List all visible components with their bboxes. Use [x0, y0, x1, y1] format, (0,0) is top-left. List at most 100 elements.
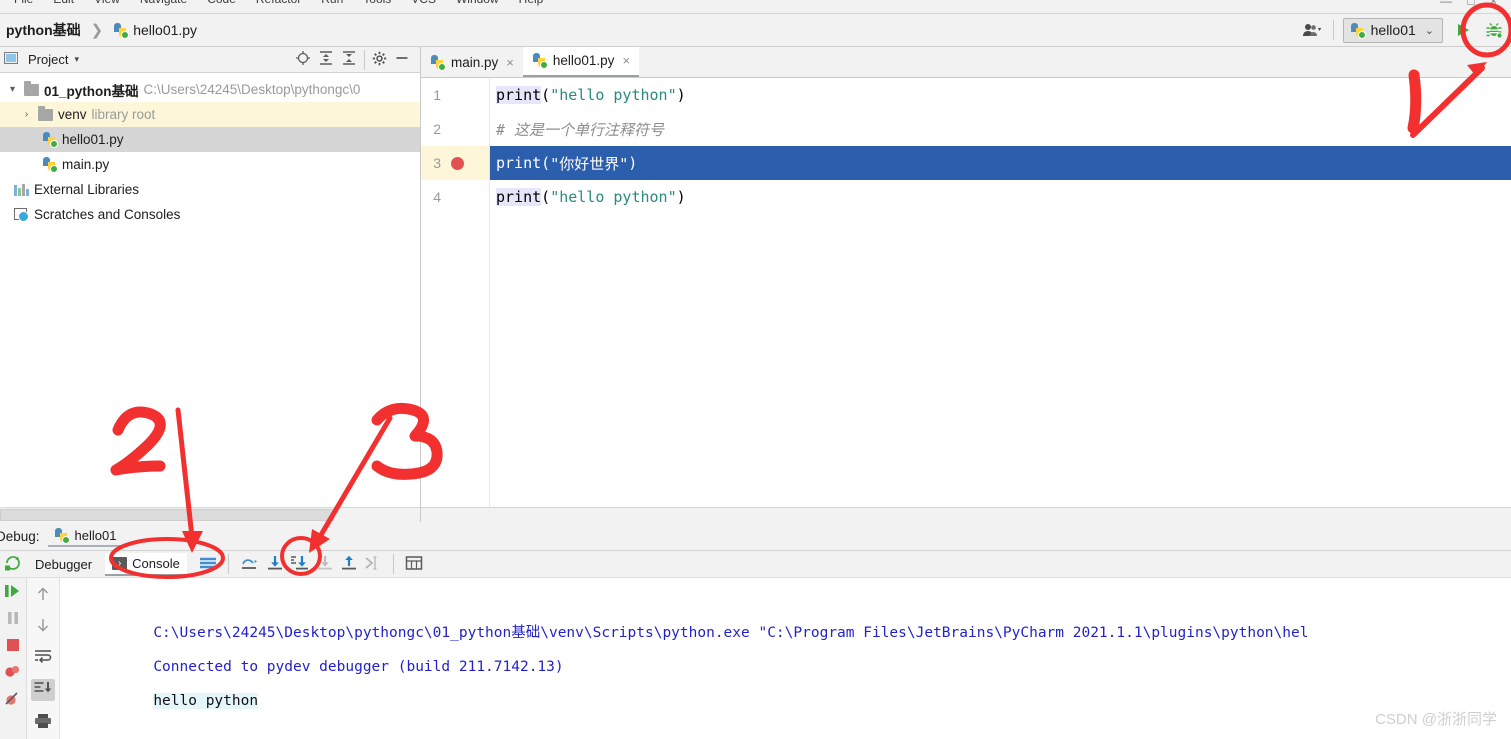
view-breakpoints-icon[interactable] — [4, 665, 22, 682]
tree-item-scratches-and-consoles[interactable]: Scratches and Consoles — [0, 202, 420, 227]
run-configuration-selector[interactable]: hello01 ⌄ — [1342, 17, 1443, 43]
menu-item-window[interactable]: Window — [446, 0, 509, 6]
tree-item-label: venv — [58, 107, 87, 122]
settings-lines-icon[interactable] — [199, 555, 217, 574]
window-controls[interactable]: — □ × — [1440, 0, 1503, 8]
run-icon[interactable] — [1452, 19, 1474, 41]
menu-item-vcs[interactable]: VCS — [401, 0, 446, 6]
project-horizontal-scrollbar[interactable] — [0, 507, 420, 522]
tree-item-external-libraries[interactable]: External Libraries — [0, 177, 420, 202]
debug-tab-label: Debugger — [35, 556, 93, 572]
tree-item-label: External Libraries — [34, 182, 140, 197]
line-number: 4 — [433, 189, 441, 205]
gutter-line-1[interactable]: 1 — [421, 78, 489, 112]
collapse-all-icon[interactable] — [341, 50, 357, 69]
breadcrumb-separator: ❯ — [90, 22, 104, 39]
chevron-down-icon[interactable]: ▾ — [6, 84, 19, 95]
gutter-line-4[interactable]: 4 — [421, 180, 489, 214]
code-line-1[interactable]: print("hello python") — [490, 78, 1511, 112]
code-token-string: "hello python" — [550, 188, 677, 206]
debug-toolbar: Debugger › Console — [0, 551, 1511, 578]
breakpoint-icon[interactable] — [451, 156, 464, 170]
minimize-icon[interactable] — [394, 50, 410, 69]
step-into-icon[interactable] — [266, 555, 284, 574]
project-panel-title: Project — [28, 52, 69, 67]
close-icon[interactable]: × — [622, 53, 630, 68]
console-output[interactable]: C:\Users\24245\Desktop\pythongc\01_pytho… — [60, 578, 1511, 739]
gutter-line-3[interactable]: 3 — [421, 146, 489, 180]
editor-tab-main[interactable]: main.py × — [421, 48, 523, 77]
scroll-up-icon[interactable] — [35, 586, 51, 605]
close-icon[interactable]: × — [506, 55, 514, 70]
debug-session-tab[interactable]: hello01 — [47, 526, 127, 547]
menu-item-tools[interactable]: Tools — [353, 0, 401, 6]
menu-item-run[interactable]: Run — [311, 0, 353, 6]
navigation-bar: python基础 ❯ hello01.py hello01 ⌄ — [0, 14, 1511, 47]
toolbar-divider — [227, 554, 229, 574]
locate-icon[interactable] — [295, 50, 311, 69]
code-line-2[interactable]: # 这是一个单行注释符号 — [490, 112, 1511, 146]
soft-wrap-icon[interactable] — [34, 648, 52, 667]
tree-item-project-root[interactable]: ▾ 01_python基础 C:\Users\24245\Desktop\pyt… — [0, 77, 420, 102]
debug-body: C:\Users\24245\Desktop\pythongc\01_pytho… — [0, 578, 1511, 739]
menu-item-view[interactable]: View — [84, 0, 130, 6]
pause-program-icon[interactable] — [6, 611, 20, 628]
tools-divider — [364, 49, 365, 70]
scroll-down-icon[interactable] — [35, 617, 51, 636]
menu-item-navigate[interactable]: Navigate — [130, 0, 197, 6]
menu-item-file[interactable]: File — [4, 0, 43, 6]
code-view[interactable]: 1 2 3 4 print("hello python") # 这是一个单行注释… — [421, 78, 1511, 507]
debug-tab-console[interactable]: › Console — [105, 552, 187, 576]
code-line-3[interactable]: print("你好世界") — [490, 146, 1511, 180]
code-lines[interactable]: print("hello python") # 这是一个单行注释符号 print… — [490, 78, 1511, 507]
folder-icon — [38, 105, 53, 121]
debug-header: Debug: hello01 — [0, 522, 1511, 551]
tree-item-main[interactable]: main.py — [0, 152, 420, 177]
tree-item-hello01[interactable]: hello01.py — [0, 127, 420, 152]
step-over-icon[interactable] — [240, 555, 260, 574]
console-line-text: Connected to pydev debugger (build 211.7… — [153, 659, 564, 675]
debug-bug-icon[interactable] — [1483, 19, 1505, 41]
expand-all-icon[interactable] — [318, 50, 334, 69]
step-out-icon[interactable] — [340, 555, 358, 574]
run-to-cursor-icon[interactable] — [364, 555, 382, 574]
breadcrumb-file-label: hello01.py — [133, 22, 198, 38]
line-number: 1 — [433, 87, 441, 103]
print-icon[interactable] — [34, 713, 52, 732]
breadcrumb-item-file[interactable]: hello01.py — [113, 22, 198, 39]
step-into-my-code-icon[interactable] — [316, 555, 334, 574]
python-file-icon — [42, 132, 58, 148]
force-step-into-icon[interactable] — [290, 555, 310, 574]
evaluate-expression-icon[interactable] — [405, 555, 423, 574]
menu-item-edit[interactable]: Edit — [43, 0, 84, 6]
tree-item-path: C:\Users\24245\Desktop\pythongc\0 — [143, 82, 361, 97]
breadcrumb-item-project[interactable]: python基础 — [6, 20, 81, 40]
debug-session-toolbar — [0, 578, 27, 739]
breadcrumb-project-label: python基础 — [6, 22, 81, 38]
rerun-icon[interactable] — [4, 554, 22, 575]
tree-item-venv[interactable]: › venv library root — [0, 102, 420, 127]
code-token-print: print — [496, 154, 542, 172]
stop-icon[interactable] — [6, 638, 20, 655]
project-tree: ▾ 01_python基础 C:\Users\24245\Desktop\pyt… — [0, 73, 420, 507]
editor-bottom-splitter[interactable] — [421, 507, 1511, 522]
user-settings-icon[interactable] — [1302, 19, 1324, 41]
resume-program-icon[interactable] — [4, 584, 22, 601]
settings-gear-icon[interactable] — [372, 51, 387, 69]
debug-tab-debugger[interactable]: Debugger — [28, 554, 99, 575]
console-prompt-line[interactable]: >>> — [66, 718, 1511, 739]
chevron-down-icon[interactable]: ▾ — [74, 54, 79, 65]
editor-gutter[interactable]: 1 2 3 4 — [421, 78, 490, 507]
code-line-4[interactable]: print("hello python") — [490, 180, 1511, 214]
menu-item-code[interactable]: Code — [197, 0, 246, 6]
scrollbar-thumb[interactable] — [0, 509, 334, 521]
scroll-to-end-icon[interactable] — [31, 679, 55, 701]
menu-item-refactor[interactable]: Refactor — [246, 0, 311, 6]
gutter-line-2[interactable]: 2 — [421, 112, 489, 146]
editor-tab-hello01[interactable]: hello01.py × — [522, 46, 640, 77]
mute-breakpoints-icon[interactable] — [4, 692, 22, 709]
project-panel: Project ▾ ▾ 01_python基础 C:\Users\24245\D… — [0, 47, 421, 522]
project-panel-header: Project ▾ — [0, 47, 420, 73]
chevron-right-icon[interactable]: › — [20, 109, 33, 120]
menu-item-help[interactable]: Help — [509, 0, 554, 6]
